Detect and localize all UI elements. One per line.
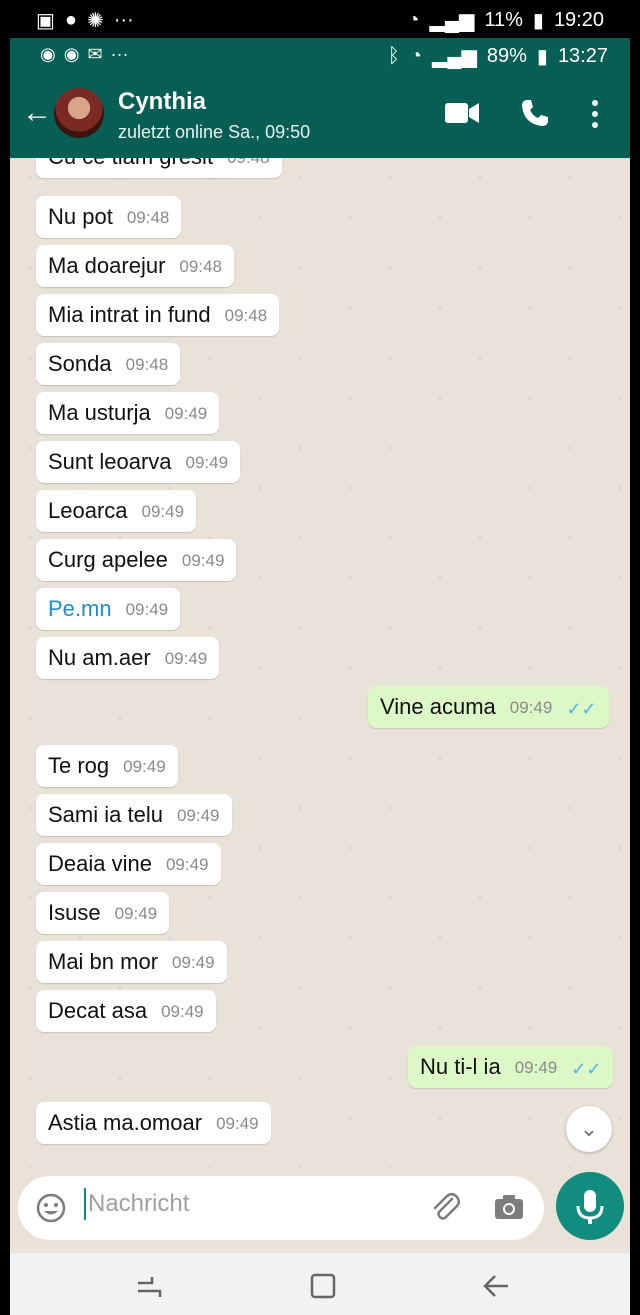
- outer-signal-text: 11%: [484, 9, 523, 31]
- back-arrow-icon[interactable]: ←: [22, 98, 52, 128]
- chat-area[interactable]: Cu ce tiam gresit 09:48 Nu pot 09:48 Ma …: [10, 158, 630, 1168]
- android-nav-bar: [10, 1253, 630, 1315]
- scroll-down-icon[interactable]: ⌄: [566, 1106, 612, 1152]
- more-vert-icon[interactable]: [590, 98, 600, 130]
- message-incoming[interactable]: Ma doarejur 09:48: [36, 245, 234, 287]
- home-icon[interactable]: [308, 1271, 338, 1301]
- emoji-icon[interactable]: [36, 1193, 66, 1223]
- message-incoming[interactable]: Cu ce tiam gresit 09:48: [36, 158, 282, 178]
- contact-avatar[interactable]: [54, 88, 104, 138]
- outer-system-icons: ◔ ▂▄▆ 11% ▮ 19:20: [407, 8, 604, 33]
- camera-icon[interactable]: [492, 1190, 526, 1224]
- message-incoming[interactable]: Sunt leoarva 09:49: [36, 441, 241, 483]
- message-incoming[interactable]: Deaia vine 09:49: [36, 843, 221, 885]
- message-incoming[interactable]: Te rog 09:49: [36, 745, 178, 787]
- outer-notification-icons: ▣ ● ✺ ···: [36, 8, 134, 33]
- message-incoming[interactable]: Sami ia telu 09:49: [36, 794, 232, 836]
- message-incoming-link[interactable]: Pe.mn 09:49: [36, 588, 181, 630]
- video-call-icon[interactable]: [444, 100, 480, 126]
- chat-header: ← Cynthia zuletzt online Sa., 09:50: [10, 74, 630, 158]
- bluetooth-icon: ᛒ: [387, 45, 400, 67]
- message-incoming[interactable]: Mia intrat in fund 09:48: [36, 294, 280, 336]
- inner-time: 13:27: [557, 45, 608, 67]
- messenger-icon: ◉: [40, 44, 56, 64]
- inner-battery-icon: ▮: [536, 46, 548, 68]
- more-notifications-icon: ···: [113, 9, 134, 31]
- inner-system-icons: ᛒ ◔ ▂▄▆ 89% ▮ 13:27: [388, 44, 608, 69]
- outer-time: 19:20: [553, 9, 604, 31]
- double-check-icon: ✓✓: [566, 699, 597, 719]
- message-incoming[interactable]: Nu pot 09:48: [36, 196, 182, 238]
- message-incoming[interactable]: Sonda 09:48: [36, 343, 181, 385]
- more-notifications-icon: ···: [110, 44, 129, 64]
- message-incoming[interactable]: Decat asa 09:49: [36, 990, 216, 1032]
- nav-back-icon[interactable]: [482, 1271, 512, 1301]
- wifi-icon: ◔: [409, 45, 422, 67]
- message-outgoing[interactable]: Vine acuma 09:49 ✓✓: [368, 686, 609, 728]
- message-incoming[interactable]: Mai bn mor 09:49: [36, 941, 227, 983]
- signal-icon: ▂▄▆: [429, 10, 475, 32]
- message-incoming[interactable]: Leoarca 09:49: [36, 490, 197, 532]
- whatsapp-screen: ◉ ◉ ✉ ··· ᛒ ◔ ▂▄▆ 89% ▮ 13:27 ← Cynthia …: [10, 38, 630, 1315]
- message-incoming[interactable]: Isuse 09:49: [36, 892, 170, 934]
- mail-icon: ✉: [87, 44, 103, 64]
- message-link[interactable]: Pe.mn: [48, 596, 112, 622]
- whatsapp-icon: ◉: [63, 44, 80, 64]
- recent-apps-icon[interactable]: [134, 1271, 164, 1301]
- double-check-icon: ✓✓: [571, 1059, 602, 1079]
- inner-notification-icons: ◉ ◉ ✉ ···: [40, 44, 129, 65]
- attach-icon[interactable]: [428, 1190, 462, 1224]
- contact-last-seen: zuletzt online Sa., 09:50: [118, 122, 311, 142]
- outer-battery-icon: ▮: [532, 10, 544, 32]
- message-placeholder[interactable]: Nachricht: [84, 1188, 189, 1220]
- phone-icon[interactable]: [520, 98, 550, 128]
- settings-icon: ✺: [87, 10, 104, 32]
- message-outgoing[interactable]: Nu ti-l ia 09:49 ✓✓: [408, 1046, 614, 1088]
- message-incoming[interactable]: Curg apelee 09:49: [36, 539, 237, 581]
- mic-icon: [576, 1190, 604, 1224]
- message-incoming[interactable]: Ma usturja 09:49: [36, 392, 220, 434]
- signal-icon: ▂▄▆: [431, 46, 477, 68]
- wifi-icon: ◔: [407, 9, 420, 31]
- facebook-icon: ●: [64, 9, 77, 31]
- inner-status-bar: ◉ ◉ ✉ ··· ᛒ ◔ ▂▄▆ 89% ▮ 13:27: [10, 38, 630, 74]
- contact-name[interactable]: Cynthia: [118, 88, 206, 116]
- message-incoming[interactable]: Nu am.aer 09:49: [36, 637, 220, 679]
- gallery-icon: ▣: [36, 10, 55, 32]
- message-incoming[interactable]: Astia ma.omoar 09:49: [36, 1102, 271, 1144]
- voice-record-button[interactable]: [556, 1172, 624, 1240]
- inner-battery-text: 89%: [486, 45, 527, 67]
- outer-status-bar: ▣ ● ✺ ··· ◔ ▂▄▆ 11% ▮ 19:20: [0, 0, 640, 38]
